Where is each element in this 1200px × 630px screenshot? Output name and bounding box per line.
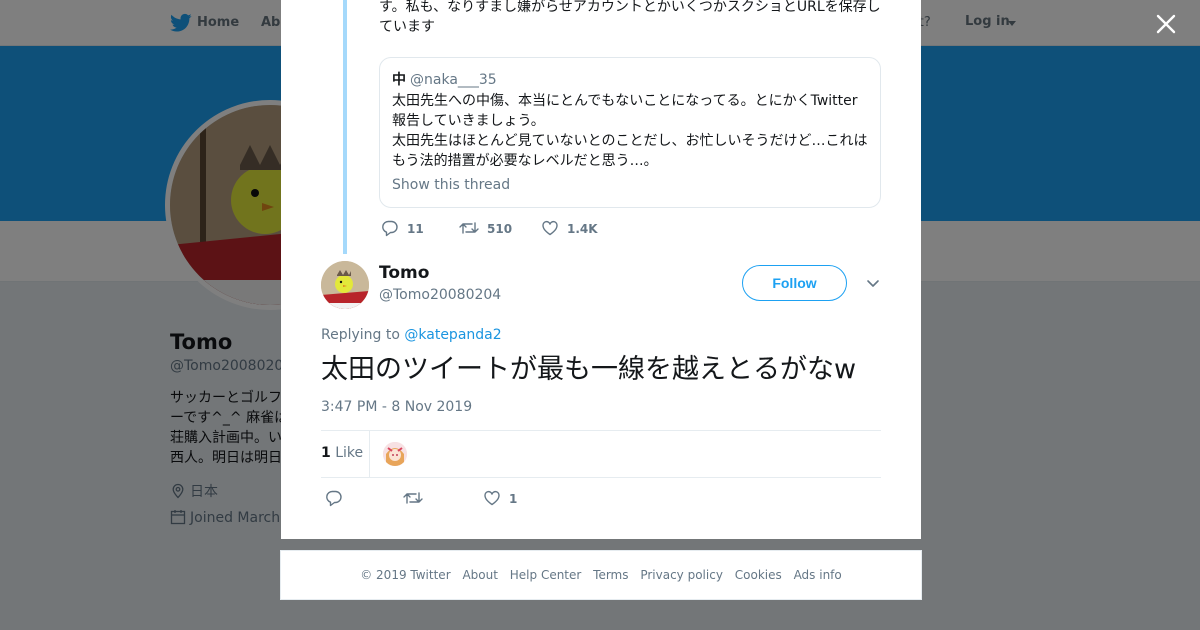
- footer-link-ads-info[interactable]: Ads info: [794, 568, 842, 582]
- anime-avatar-illustration: [383, 442, 407, 466]
- footer-link-terms[interactable]: Terms: [593, 568, 628, 582]
- footer-links: © 2019 Twitter About Help Center Terms P…: [281, 568, 921, 582]
- likes-number: 1: [321, 445, 331, 461]
- reply-icon: [326, 490, 342, 507]
- reply-action[interactable]: 11: [381, 219, 424, 237]
- reply-action[interactable]: [325, 489, 351, 507]
- tweet-author-name[interactable]: Tomo: [379, 263, 429, 283]
- footer-link-help-center[interactable]: Help Center: [510, 568, 582, 582]
- quoted-tweet-handle: @naka___35: [410, 72, 497, 88]
- show-thread-link[interactable]: Show this thread: [392, 175, 868, 195]
- tweet-author-handle[interactable]: @Tomo20080204: [379, 287, 501, 303]
- heart-icon: [542, 220, 558, 236]
- quoted-tweet[interactable]: 中 @naka___35 太田先生への中傷、本当にとんでもないことになってる。とに…: [379, 57, 881, 208]
- likes-label: Like: [335, 445, 364, 461]
- quoted-tweet-text: 太田先生への中傷、本当にとんでもないことになってる。とにかくTwitter報告し…: [392, 93, 868, 169]
- chick-avatar-illustration: [321, 261, 369, 309]
- tweet-author-avatar[interactable]: [321, 261, 369, 309]
- replying-to: Replying to @katepanda2: [321, 327, 502, 343]
- quoted-tweet-header: 中 @naka___35: [392, 70, 868, 90]
- reply-icon: [382, 220, 398, 237]
- previous-tweet-text: す。私も、なりすまし嫌がらせアカウントとかいくつかスクショとURLを保存していま…: [379, 0, 881, 35]
- footer-link-cookies[interactable]: Cookies: [735, 568, 782, 582]
- retweet-icon: [459, 222, 479, 234]
- replying-prefix: Replying to: [321, 327, 400, 343]
- heart-icon: [484, 490, 500, 506]
- tweet-stats: 1 Like: [321, 430, 881, 478]
- thread-connector-line: [343, 0, 347, 254]
- retweet-icon: [403, 492, 423, 504]
- tweet-text: 太田のツイートが最も一線を越えとるがなw: [321, 354, 857, 385]
- liker-avatar[interactable]: [383, 442, 407, 466]
- like-action[interactable]: 1.4K: [541, 219, 598, 237]
- footer: © 2019 Twitter About Help Center Terms P…: [280, 550, 922, 600]
- retweet-count: 510: [487, 222, 513, 236]
- footer-link-privacy[interactable]: Privacy policy: [640, 568, 723, 582]
- footer-copyright: © 2019 Twitter: [360, 568, 451, 582]
- tweet-timestamp[interactable]: 3:47 PM - 8 Nov 2019: [321, 399, 472, 415]
- likes-stat[interactable]: 1 Like: [321, 445, 363, 461]
- quoted-tweet-name: 中: [392, 72, 406, 88]
- follow-button[interactable]: Follow: [742, 265, 847, 301]
- reply-count: 11: [407, 222, 424, 236]
- like-count: 1.4K: [567, 222, 598, 236]
- replying-to-link[interactable]: @katepanda2: [404, 327, 501, 343]
- like-count: 1: [509, 492, 518, 506]
- retweet-action[interactable]: [403, 489, 431, 507]
- chevron-down-icon[interactable]: [865, 278, 881, 290]
- like-action[interactable]: 1: [483, 489, 517, 507]
- footer-link-about[interactable]: About: [462, 568, 497, 582]
- tweet-modal: す。私も、なりすまし嫌がらせアカウントとかいくつかスクショとURLを保存していま…: [281, 0, 921, 539]
- stats-divider: [369, 431, 370, 477]
- close-icon[interactable]: [1154, 12, 1178, 36]
- retweet-action[interactable]: 510: [459, 219, 512, 237]
